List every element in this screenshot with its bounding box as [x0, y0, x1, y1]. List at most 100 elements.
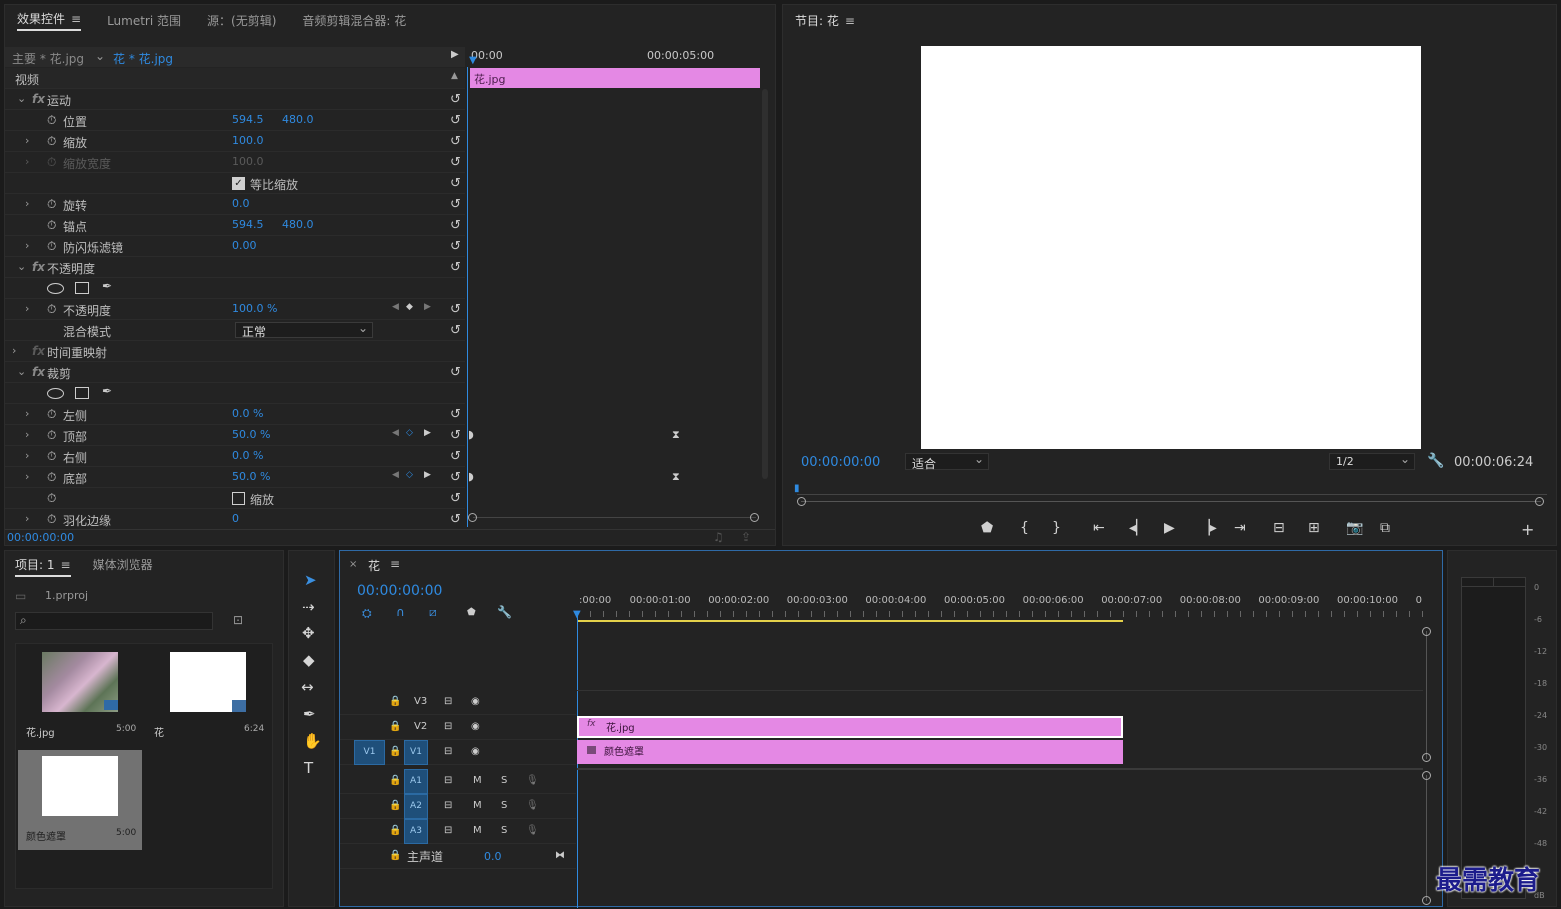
timeline-ruler[interactable]: :00:00 00:00:01:00 00:00:02:00 00:00:03:00 0… [577, 591, 1433, 622]
keyframe-marker-icon[interactable]: ◗ [468, 428, 474, 441]
keyframe-ruler[interactable]: 00:00 00:00:05:00 ▼ [467, 47, 762, 67]
param-crop-zoom[interactable]: ⏱ 缩放 ↺ [5, 488, 465, 509]
sync-lock-icon[interactable]: ⊟ [444, 800, 452, 811]
collapse-icon[interactable]: ▲ [451, 71, 458, 81]
microphone-icon[interactable]: 🎙 [526, 825, 539, 836]
rect-mask-icon[interactable] [75, 387, 89, 399]
param-flicker[interactable]: › ⏱ 防闪烁滤镜 0.00 ↺ [5, 236, 465, 257]
scale-value[interactable]: 100.0 [232, 134, 264, 147]
stopwatch-icon[interactable]: ⏱ [47, 113, 56, 128]
reset-icon[interactable]: ↺ [450, 365, 461, 380]
scroll-handle-top[interactable] [1422, 627, 1431, 636]
microphone-icon[interactable]: 🎙 [526, 800, 539, 811]
program-title[interactable]: 节目: 花 ≡ [795, 12, 855, 29]
camera-icon[interactable]: 📷 [1346, 520, 1363, 536]
chevron-down-icon[interactable]: ⌄ [17, 260, 26, 273]
stopwatch-icon[interactable]: ⏱ [47, 449, 56, 464]
stopwatch-icon[interactable]: ⏱ [47, 197, 56, 212]
pen-tool-icon[interactable]: ✒ [303, 705, 316, 723]
sequence-tab-title[interactable]: 花 [368, 557, 380, 574]
playhead-icon[interactable]: ▮ [794, 483, 800, 494]
reset-icon[interactable]: ↺ [450, 197, 461, 212]
program-mini-ruler[interactable] [797, 483, 1547, 495]
chevron-right-icon[interactable]: › [25, 449, 29, 462]
pen-mask-icon[interactable]: ✒ [102, 279, 112, 293]
master-track-value[interactable]: 0.0 [484, 850, 502, 863]
flicker-value[interactable]: 0.00 [232, 239, 257, 252]
linked-selection-icon[interactable]: ⧄ [429, 605, 437, 620]
chevron-down-icon[interactable]: ⌄ [17, 92, 26, 105]
extract-icon[interactable]: ⊞ [1308, 520, 1320, 536]
tab-audio-mixer[interactable]: 音频剪辑混合器: 花 [302, 12, 406, 29]
scroll-handle-left[interactable] [468, 513, 477, 522]
project-item-color-matte[interactable]: 颜色遮罩 5:00 [18, 750, 142, 850]
sequence-clip-label[interactable]: 花 * 花.jpg [113, 50, 173, 67]
lift-icon[interactable]: ⊟ [1273, 520, 1285, 536]
lock-icon[interactable]: 🔒 [389, 775, 401, 786]
tab-lumetri[interactable]: Lumetri 范围 [107, 12, 181, 29]
fx-icon[interactable]: fx [32, 260, 45, 274]
lock-icon[interactable]: 🔒 [389, 800, 401, 811]
param-position[interactable]: ⏱ 位置 594.5 480.0 ↺ [5, 110, 465, 131]
timeline-timecode[interactable]: 00:00:00:00 [357, 583, 442, 599]
reset-icon[interactable]: ↺ [450, 512, 461, 527]
stopwatch-icon[interactable]: ⏱ [47, 512, 56, 527]
program-video-frame[interactable] [921, 46, 1421, 449]
keyframe-marker-icon[interactable]: ⧗ [672, 428, 680, 442]
reset-icon[interactable]: ↺ [450, 155, 461, 170]
next-keyframe-icon[interactable]: ▶ [424, 428, 431, 438]
go-to-out-icon[interactable]: ⇥ [1234, 520, 1246, 536]
program-timecode[interactable]: 00:00:00:00 [801, 455, 880, 470]
audio-track-scrollbar[interactable] [1422, 771, 1431, 905]
chevron-down-icon[interactable]: ⌄ [17, 365, 26, 378]
opacity-value[interactable]: 100.0 % [232, 302, 277, 315]
clip-color-matte[interactable]: 颜色遮罩 [577, 740, 1123, 764]
pen-mask-icon[interactable]: ✒ [102, 384, 112, 398]
ripple-edit-tool-icon[interactable]: ✥ [302, 624, 315, 642]
menu-icon[interactable]: ≡ [71, 12, 81, 26]
close-tab-icon[interactable]: × [349, 559, 357, 570]
sync-lock-icon[interactable]: ⊟ [444, 746, 452, 757]
stopwatch-icon[interactable]: ⏱ [47, 134, 56, 149]
source-patch-v1[interactable]: V1 [354, 740, 385, 765]
project-item-sequence[interactable]: 花 6:24 [146, 646, 270, 746]
chevron-right-icon[interactable]: › [25, 239, 29, 252]
checkbox-checked-icon[interactable]: ✓ [232, 177, 245, 190]
snap-icon[interactable]: ∩ [396, 605, 405, 619]
reset-icon[interactable]: ↺ [450, 134, 461, 149]
fx-icon[interactable]: fx [32, 92, 45, 106]
chevron-right-icon[interactable]: › [25, 407, 29, 420]
wrench-icon[interactable]: 🔧 [1427, 453, 1444, 469]
tab-effect-controls[interactable]: 效果控件 ≡ [17, 10, 82, 31]
add-button-icon[interactable]: + [1521, 520, 1534, 539]
param-crop-right[interactable]: › ⏱ 右侧 0.0 % ↺ [5, 446, 465, 467]
lock-icon[interactable]: 🔒 [389, 696, 401, 707]
checkbox-unchecked-icon[interactable] [232, 492, 245, 505]
anchor-x-value[interactable]: 594.5 [232, 218, 264, 231]
rotation-value[interactable]: 0.0 [232, 197, 250, 210]
next-keyframe-icon[interactable]: ▶ [424, 470, 431, 480]
add-keyframe-icon[interactable]: ◇ [406, 470, 413, 480]
program-zoom-bar[interactable] [797, 497, 1544, 506]
crop-bottom-value[interactable]: 50.0 % [232, 470, 270, 483]
param-uniform-scale[interactable]: ✓ 等比缩放 ↺ [5, 173, 465, 194]
playhead-icon[interactable]: ▼ [573, 609, 581, 620]
menu-icon[interactable]: ≡ [390, 557, 400, 571]
stopwatch-active-icon[interactable]: ⏱ [47, 470, 56, 485]
scroll-handle-right[interactable] [1535, 497, 1544, 506]
add-keyframe-icon[interactable]: ◆ [406, 302, 413, 312]
blend-mode-dropdown[interactable]: 正常 ⌄ [235, 321, 373, 339]
go-to-end-icon[interactable]: ⧓ [555, 850, 565, 861]
project-item-flower-jpg[interactable]: 花.jpg 5:00 [18, 646, 142, 746]
mark-out-icon[interactable]: } [1052, 520, 1061, 536]
project-search-input[interactable]: ⌕ [15, 612, 213, 630]
eye-icon[interactable]: ◉ [471, 746, 480, 757]
chevron-right-icon[interactable]: › [25, 302, 29, 315]
param-crop-top[interactable]: › ⏱ 顶部 50.0 % ◀ ◇ ▶ ↺ [5, 425, 465, 446]
param-scale[interactable]: › ⏱ 缩放 100.0 ↺ [5, 131, 465, 152]
reset-icon[interactable]: ↺ [450, 92, 461, 107]
effect-time-remap[interactable]: › fx 时间重映射 [5, 341, 465, 362]
effect-crop[interactable]: ⌄ fx 裁剪 ↺ [5, 362, 465, 383]
chevron-down-icon[interactable]: ⌄ [95, 49, 105, 63]
effect-motion[interactable]: ⌄ fx 运动 ↺ [5, 89, 465, 110]
